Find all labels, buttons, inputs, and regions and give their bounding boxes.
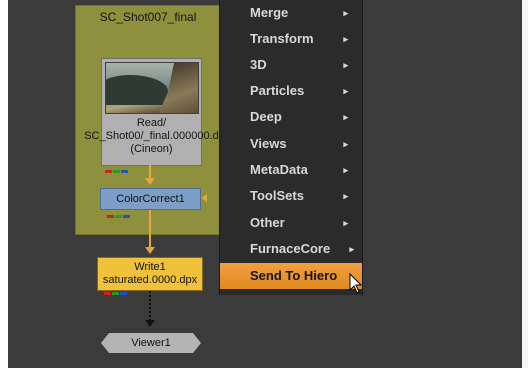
wire-arrowhead xyxy=(145,247,155,254)
window-edge xyxy=(522,0,528,368)
write-node[interactable]: Write1 saturated.0000.dpx xyxy=(97,257,203,295)
context-menu: Merge ▸ Transform ▸ 3D ▸ Particles ▸ Dee… xyxy=(219,0,363,295)
menu-item-deep[interactable]: Deep ▸ xyxy=(220,104,362,130)
submenu-arrow-icon: ▸ xyxy=(343,34,348,44)
write-node-label: Write1 xyxy=(134,261,166,273)
menu-item-label: Particles xyxy=(250,83,305,98)
menu-item-other[interactable]: Other ▸ xyxy=(220,210,362,236)
submenu-arrow-icon: ▸ xyxy=(343,60,348,70)
submenu-arrow-icon: ▸ xyxy=(343,191,348,201)
menu-item-views[interactable]: Views ▸ xyxy=(220,131,362,157)
viewer-node[interactable]: Viewer1 xyxy=(101,333,201,353)
wire-read-to-colorcorrect xyxy=(149,165,151,179)
read-node-label-line1: Read/ xyxy=(136,117,167,129)
read-node-label: Read/ SC_Shot00/_final.000000.d (Cineon) xyxy=(62,117,241,156)
mask-input-arrow[interactable] xyxy=(201,194,207,202)
submenu-arrow-icon: ▸ xyxy=(343,112,348,122)
menu-item-metadata[interactable]: MetaData ▸ xyxy=(220,157,362,183)
menu-item-label: Deep xyxy=(250,109,282,124)
menu-item-label: ToolSets xyxy=(250,188,304,203)
wire-arrowhead xyxy=(145,320,155,327)
mouse-pointer-icon xyxy=(349,273,363,294)
submenu-arrow-icon: ▸ xyxy=(343,86,348,96)
backdrop-title: SC_Shot007_final xyxy=(99,10,197,24)
menu-item-3d[interactable]: 3D ▸ xyxy=(220,52,362,78)
menu-item-label: Merge xyxy=(250,5,289,20)
menu-item-label: Send To Hiero xyxy=(250,268,338,283)
colorcorrect-node[interactable]: ColorCorrect1 xyxy=(100,188,201,218)
menu-item-label: 3D xyxy=(250,57,267,72)
read-node-label-line3: (Cineon) xyxy=(130,143,173,155)
read-node-label-line2: SC_Shot00/_final.000000.d xyxy=(84,130,219,142)
menu-item-label: Other xyxy=(250,215,285,230)
menu-item-merge[interactable]: Merge ▸ xyxy=(220,0,362,26)
menu-item-label: Views xyxy=(250,136,287,151)
wire-colorcorrect-to-write xyxy=(149,210,151,248)
menu-item-transform[interactable]: Transform ▸ xyxy=(220,26,362,52)
menu-item-particles[interactable]: Particles ▸ xyxy=(220,78,362,104)
wire-write-to-viewer xyxy=(149,291,151,321)
wire-arrowhead xyxy=(145,178,155,185)
channel-indicator xyxy=(101,286,131,295)
menu-item-label: MetaData xyxy=(250,162,308,177)
submenu-arrow-icon: ▸ xyxy=(343,165,348,175)
menu-item-toolsets[interactable]: ToolSets ▸ xyxy=(220,183,362,209)
read-node[interactable]: Read/ SC_Shot00/_final.000000.d (Cineon) xyxy=(84,58,219,173)
colorcorrect-node-label: ColorCorrect1 xyxy=(116,193,185,205)
menu-item-furnacecore[interactable]: FurnaceCore ▸ xyxy=(220,236,362,262)
menu-item-send-to-hiero[interactable]: Send To Hiero xyxy=(220,263,362,289)
submenu-arrow-icon: ▸ xyxy=(343,218,348,228)
channel-indicator xyxy=(104,205,134,218)
menu-item-label: FurnaceCore xyxy=(250,241,331,256)
submenu-arrow-icon: ▸ xyxy=(343,139,348,149)
channel-indicator xyxy=(105,160,135,173)
submenu-arrow-icon: ▸ xyxy=(343,8,348,18)
viewer-node-label: Viewer1 xyxy=(131,337,171,349)
submenu-arrow-icon: ▸ xyxy=(349,244,354,254)
read-node-thumbnail xyxy=(105,62,199,114)
menu-item-label: Transform xyxy=(250,31,314,46)
